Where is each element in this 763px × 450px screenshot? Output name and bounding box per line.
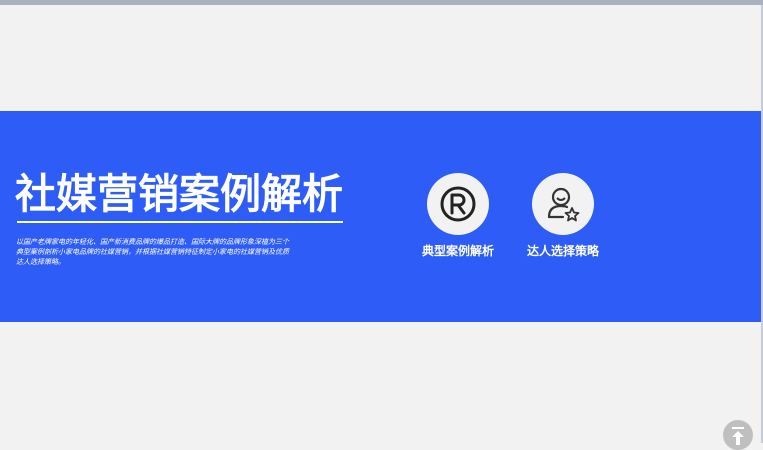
person-star-icon	[532, 173, 594, 235]
feature-case-analysis[interactable]: 典型案例解析	[403, 173, 513, 259]
registered-trademark-icon	[427, 173, 489, 235]
feature-label: 达人选择策略	[526, 244, 599, 258]
title-underline	[17, 221, 343, 223]
scroll-to-top-icon	[732, 427, 744, 445]
scroll-to-top-button[interactable]	[723, 420, 753, 450]
top-border	[0, 0, 763, 5]
banner-description: 以国产老牌家电的年轻化、国产新消费品牌的爆品打造、国际大牌的品牌形象深植为三个典…	[16, 238, 289, 266]
banner-title: 社媒营销案例解析	[15, 170, 343, 218]
feature-influencer-strategy[interactable]: 达人选择策略	[508, 173, 618, 259]
hero-banner: 社媒营销案例解析 以国产老牌家电的年轻化、国产新消费品牌的爆品打造、国际大牌的品…	[0, 111, 761, 322]
feature-label: 典型案例解析	[421, 244, 494, 258]
